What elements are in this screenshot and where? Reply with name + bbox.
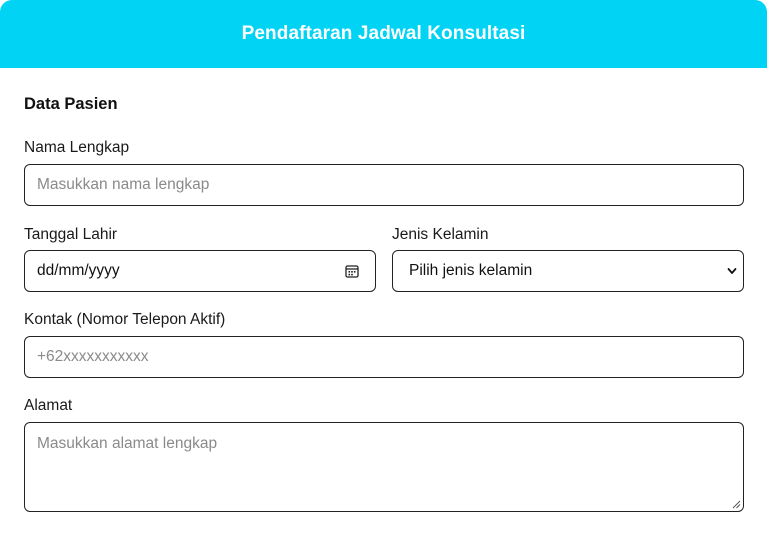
alamat-placeholder: Masukkan alamat lengkap xyxy=(37,435,218,452)
kontak-placeholder: +62xxxxxxxxxxx xyxy=(37,348,149,365)
tanggal-lahir-value: dd/mm/yyyy xyxy=(37,262,120,279)
nama-input[interactable]: Masukkan nama lengkap xyxy=(24,164,744,206)
tanggal-lahir-label: Tanggal Lahir xyxy=(24,226,118,243)
resize-grip-icon[interactable] xyxy=(732,500,741,509)
kontak-input[interactable]: +62xxxxxxxxxxx xyxy=(24,336,744,378)
jenis-kelamin-selected: Pilih jenis kelamin xyxy=(409,262,533,279)
jenis-kelamin-label: Jenis Kelamin xyxy=(392,226,489,243)
jenis-kelamin-select[interactable]: Pilih jenis kelamin xyxy=(392,250,744,292)
tanggal-lahir-input[interactable]: dd/mm/yyyy xyxy=(24,250,376,292)
calendar-icon[interactable] xyxy=(345,264,359,278)
alamat-textarea[interactable]: Masukkan alamat lengkap xyxy=(24,422,744,512)
chevron-down-icon xyxy=(727,268,737,274)
section-title: Data Pasien xyxy=(24,95,118,113)
kontak-label: Kontak (Nomor Telepon Aktif) xyxy=(24,311,226,328)
page-title: Pendaftaran Jadwal Konsultasi xyxy=(241,23,526,44)
nama-label: Nama Lengkap xyxy=(24,139,130,156)
alamat-label: Alamat xyxy=(24,397,73,414)
nama-placeholder: Masukkan nama lengkap xyxy=(37,176,210,193)
form-header: Pendaftaran Jadwal Konsultasi xyxy=(0,0,767,68)
